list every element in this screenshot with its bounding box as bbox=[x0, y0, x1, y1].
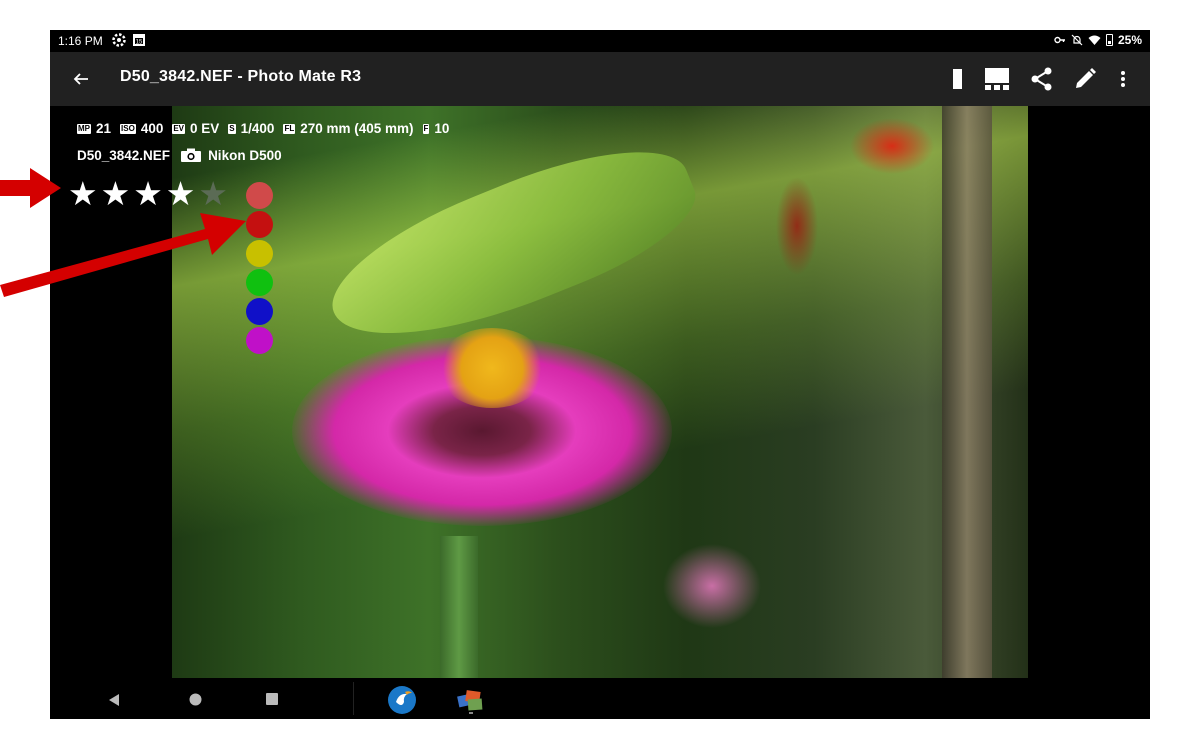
bird-app-icon[interactable] bbox=[387, 685, 417, 715]
recents-square-icon[interactable] bbox=[266, 693, 278, 705]
aperture-value: 10 bbox=[434, 121, 450, 136]
color-label-picker[interactable] bbox=[246, 182, 273, 354]
camera-model: Nikon D500 bbox=[208, 148, 282, 163]
back-button[interactable] bbox=[68, 66, 94, 92]
file-name: D50_3842.NEF bbox=[77, 148, 171, 163]
edit-pencil-icon bbox=[1076, 68, 1096, 88]
color-label-3[interactable] bbox=[246, 240, 273, 267]
svg-text:15: 15 bbox=[136, 40, 143, 46]
status-time: 1:16 PM bbox=[58, 34, 103, 48]
single-view-button[interactable] bbox=[938, 65, 966, 93]
home-circle-icon[interactable] bbox=[189, 693, 202, 706]
photo-stem bbox=[440, 536, 478, 678]
status-bar: 1:16 PM 15 25% bbox=[50, 30, 1150, 52]
battery-icon bbox=[1105, 34, 1113, 46]
battery-percent: 25% bbox=[1117, 33, 1142, 47]
share-button[interactable] bbox=[1028, 65, 1056, 93]
photo-viewer[interactable] bbox=[172, 106, 1028, 678]
notifications-off-icon bbox=[1071, 34, 1083, 46]
color-label-5[interactable] bbox=[246, 298, 273, 325]
filmstrip-view-button[interactable] bbox=[983, 65, 1011, 93]
megapixels-value: 21 bbox=[96, 121, 112, 136]
navigation-bar bbox=[50, 678, 1150, 719]
app-bar: D50_3842.NEF - Photo Mate R3 bbox=[50, 52, 1150, 106]
shutter-value: 1/400 bbox=[240, 121, 275, 136]
aperture-icon: F bbox=[422, 123, 430, 134]
more-vert-icon bbox=[1121, 71, 1125, 87]
more-options-button[interactable] bbox=[1109, 65, 1137, 93]
edit-button[interactable] bbox=[1071, 65, 1099, 93]
photo-stalk bbox=[942, 106, 992, 678]
photo-mate-app-icon[interactable] bbox=[456, 685, 486, 715]
back-triangle-icon[interactable] bbox=[108, 693, 120, 707]
exif-line: MP 21 ISO 400 EV 0 EV S 1/400 FL 270 mm … bbox=[77, 121, 449, 136]
settings-gear-icon bbox=[112, 33, 126, 47]
vpn-key-icon bbox=[1054, 36, 1065, 44]
camera-icon bbox=[181, 148, 202, 162]
iso-icon: ISO bbox=[120, 123, 136, 134]
megapixels-icon: MP bbox=[77, 123, 91, 134]
single-view-icon bbox=[941, 68, 963, 90]
calendar-icon: 15 bbox=[133, 34, 145, 46]
filmstrip-view-icon bbox=[985, 68, 1009, 90]
iso-value: 400 bbox=[140, 121, 164, 136]
color-label-4[interactable] bbox=[246, 269, 273, 296]
share-icon bbox=[1031, 67, 1052, 91]
app-title: D50_3842.NEF - Photo Mate R3 bbox=[120, 68, 362, 85]
annotation-arrow-labels bbox=[0, 213, 246, 297]
status-right-cluster: 25% bbox=[1054, 33, 1142, 47]
color-label-1[interactable] bbox=[246, 182, 273, 209]
photo-flower-center bbox=[437, 328, 547, 408]
ev-value: 0 EV bbox=[190, 121, 220, 136]
color-label-2[interactable] bbox=[246, 211, 273, 238]
shutter-icon: S bbox=[228, 123, 236, 134]
ev-icon: EV bbox=[172, 123, 186, 134]
wifi-icon bbox=[1088, 35, 1101, 45]
file-camera-line: D50_3842.NEF Nikon D500 bbox=[77, 148, 282, 163]
focal-length-value: 270 mm (405 mm) bbox=[300, 121, 414, 136]
nav-divider bbox=[353, 682, 354, 715]
arrow-back-icon bbox=[73, 73, 88, 85]
focal-length-icon: FL bbox=[283, 123, 296, 134]
color-label-6[interactable] bbox=[246, 327, 273, 354]
tablet-screen: 1:16 PM 15 25% D50_3842.NEF - Photo Mate… bbox=[50, 30, 1150, 719]
